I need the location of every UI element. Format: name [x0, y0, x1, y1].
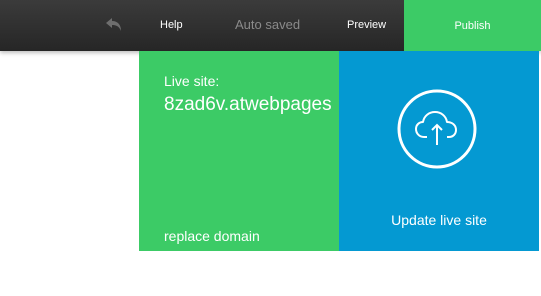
replace-domain-link[interactable]: replace domain: [164, 228, 260, 244]
autosave-status: Auto saved: [235, 17, 301, 32]
publish-button-label: Publish: [454, 19, 491, 32]
live-site-domain: 8zad6v.atwebpages: [164, 94, 332, 115]
preview-button[interactable]: Preview: [347, 19, 386, 31]
update-live-site-button[interactable]: Update live site: [339, 51, 539, 251]
top-toolbar: Help Auto saved Preview Publish: [0, 0, 541, 51]
publish-button[interactable]: Publish: [404, 0, 541, 51]
live-site-label: Live site:: [164, 73, 220, 89]
help-button[interactable]: Help: [160, 19, 183, 31]
update-live-site-label: Update live site: [391, 212, 487, 228]
undo-arrow-icon[interactable]: [105, 17, 123, 33]
cloud-upload-icon: [397, 89, 477, 169]
publish-panel: Live site: 8zad6v.atwebpages replace dom…: [139, 51, 539, 251]
live-site-card: Live site: 8zad6v.atwebpages replace dom…: [139, 51, 339, 251]
